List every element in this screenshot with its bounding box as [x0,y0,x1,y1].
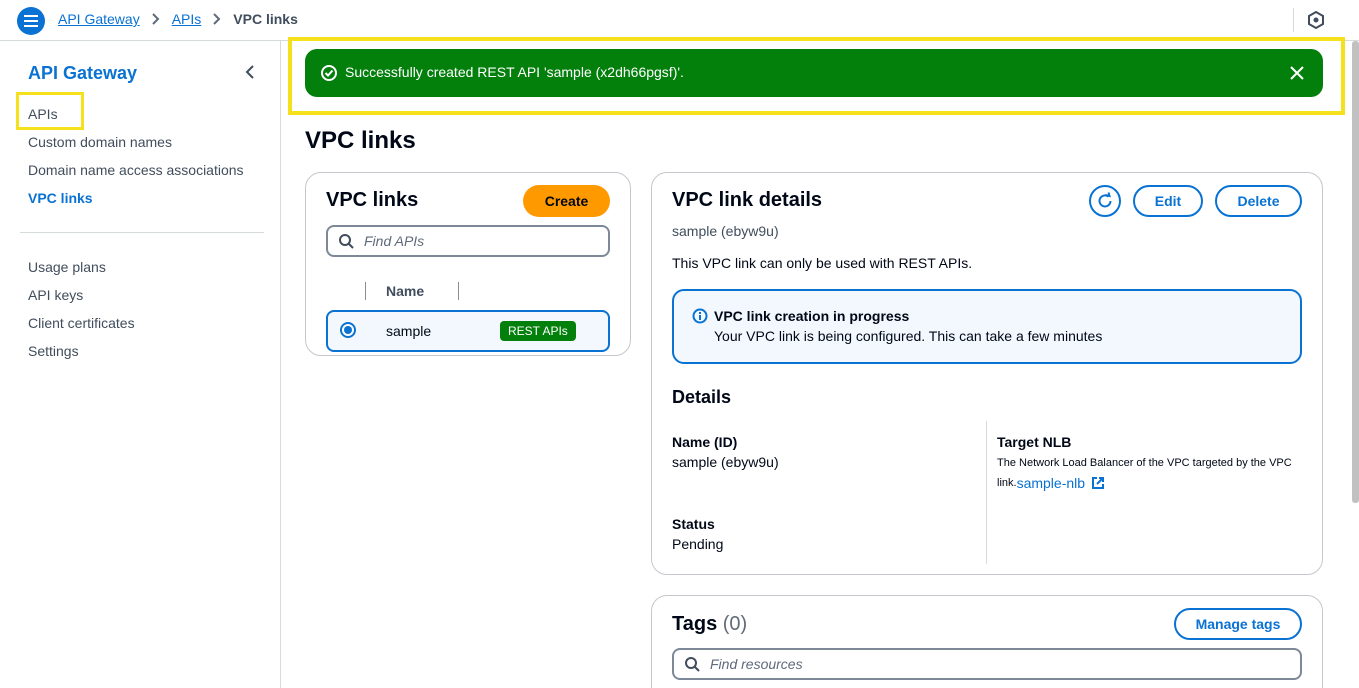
target-nlb-description-end: link. [997,477,1017,489]
top-navigation: API Gateway APIs VPC links [0,0,1359,41]
search-icon [685,657,700,672]
row-name: sample [386,323,432,339]
details-subtitle: sample (ebyw9u) [672,223,779,239]
breadcrumb: API Gateway APIs VPC links [58,11,298,27]
external-link-icon[interactable] [1091,476,1105,490]
manage-tags-button[interactable]: Manage tags [1174,608,1302,640]
settings-hex-icon[interactable] [1306,10,1326,30]
divider [1293,8,1294,32]
side-navigation: API Gateway APIs Custom domain names Dom… [0,41,281,688]
radio-selected[interactable] [340,322,356,338]
sidebar-item-vpc-links[interactable]: VPC links [28,190,93,206]
tags-title-text: Tags [672,613,718,635]
info-title: VPC link creation in progress [714,308,910,324]
success-flash-banner: Successfully created REST API 'sample (x… [305,49,1323,97]
status-label: Status [672,516,715,532]
highlight-box-apis [16,92,84,130]
sidebar-item-api-keys[interactable]: API keys [28,287,83,303]
column-divider [986,421,987,564]
sidebar-item-usage-plans[interactable]: Usage plans [28,259,106,275]
breadcrumb-api-gateway[interactable]: API Gateway [58,11,140,27]
details-panel-title: VPC link details [672,189,823,211]
rest-apis-badge: REST APIs [500,321,576,341]
breadcrumb-current: VPC links [233,11,298,27]
collapse-sidebar-icon[interactable] [241,63,259,81]
refresh-button[interactable] [1089,185,1121,217]
target-nlb-label: Target NLB [997,434,1072,450]
check-circle-icon [320,64,338,82]
target-nlb-link-row: link. sample-nlb [997,473,1105,493]
tags-count: (0) [722,613,748,635]
info-icon [692,308,708,324]
column-divider[interactable] [458,282,459,300]
sidebar-item-domain-name-access-associations[interactable]: Domain name access associations [28,162,244,178]
delete-button[interactable]: Delete [1215,185,1302,217]
name-id-label: Name (ID) [672,434,738,450]
find-resources-placeholder: Find resources [710,656,803,672]
close-icon[interactable] [1289,65,1305,81]
find-resources-input[interactable]: Find resources [672,648,1302,680]
search-icon [339,234,354,249]
chevron-right-icon [151,13,160,25]
name-id-value: sample (ebyw9u) [672,454,779,470]
tags-title: Tags (0) [672,613,747,636]
vpc-links-panel-title: VPC links [326,189,419,211]
flash-message: Successfully created REST API 'sample (x… [345,64,684,80]
sidebar-divider [20,232,264,233]
scrollbar[interactable] [1352,41,1359,503]
sidebar-item-custom-domain-names[interactable]: Custom domain names [28,134,172,150]
chevron-right-icon [213,13,221,25]
table-row[interactable]: sample REST APIs [326,310,610,352]
column-header-name[interactable]: Name [386,283,424,299]
breadcrumb-apis[interactable]: APIs [172,11,202,27]
sample-nlb-link[interactable]: sample-nlb [1017,473,1085,493]
page-title: VPC links [305,127,416,154]
info-alert: VPC link creation in progress Your VPC l… [672,289,1302,364]
info-text: Your VPC link is being configured. This … [714,328,1103,344]
refresh-icon [1098,192,1112,208]
sidebar-item-client-certificates[interactable]: Client certificates [28,315,135,331]
menu-icon[interactable] [17,7,45,35]
column-divider [365,282,366,300]
details-description: This VPC link can only be used with REST… [672,255,973,271]
find-apis-placeholder: Find APIs [364,233,425,249]
sidebar-item-settings[interactable]: Settings [28,343,79,359]
find-apis-input[interactable]: Find APIs [326,225,610,257]
edit-button[interactable]: Edit [1133,185,1203,217]
create-button[interactable]: Create [523,185,610,217]
sidebar-title[interactable]: API Gateway [28,63,137,84]
status-value: Pending [672,536,724,552]
details-heading: Details [672,387,732,407]
target-nlb-description: The Network Load Balancer of the VPC tar… [997,457,1292,469]
